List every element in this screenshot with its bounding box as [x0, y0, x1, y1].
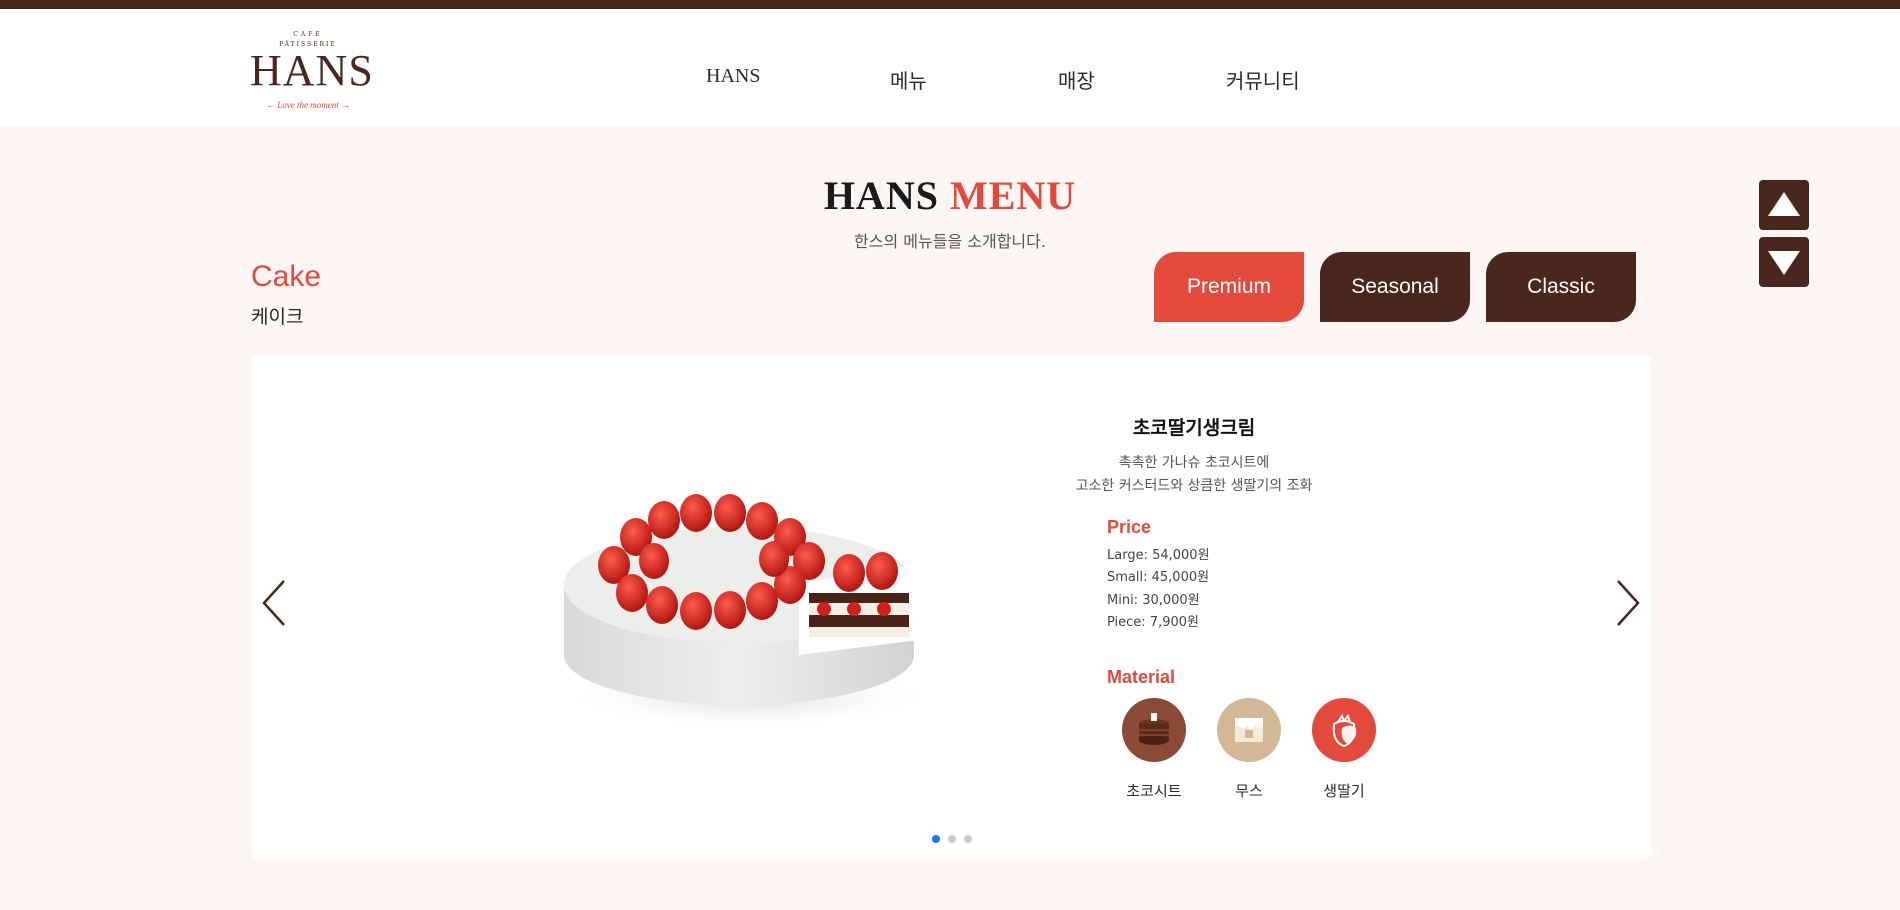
carousel-prev-button[interactable]: [260, 578, 290, 628]
logo-tagline: ← Love the moment →: [266, 100, 350, 110]
material-label: 초코시트: [1126, 782, 1182, 800]
carousel-dot-3[interactable]: [964, 835, 972, 843]
site-header: CAFE PÂTISSERIE HANS ← Love the moment →…: [0, 9, 1900, 127]
price-heading: Price: [1107, 517, 1152, 537]
material-heading: Material: [1107, 667, 1176, 687]
scroll-up-button[interactable]: [1759, 180, 1809, 230]
tab-seasonal[interactable]: Seasonal: [1320, 252, 1470, 322]
page-title: HANS MENU: [0, 172, 1900, 219]
nav-item-hans[interactable]: HANS: [706, 65, 760, 88]
category-title-english: Cake: [251, 260, 322, 293]
mousse-icon: [1217, 698, 1281, 762]
logo-wordmark: HANS: [250, 46, 374, 95]
chocolate-sheet-icon: [1122, 698, 1186, 762]
product-description-line1: 촉촉한 가나슈 초코시트에: [1118, 455, 1270, 471]
price-mini: Mini: 30,000원: [1107, 593, 1200, 608]
product-name: 초코딸기생크림: [1132, 417, 1256, 439]
product-card: 초코딸기생크림 촉촉한 가나슈 초코시트에 고소한 커스터드와 상큼한 생딸기의…: [252, 355, 1651, 860]
logo-cafe-text: CAFE: [293, 31, 323, 38]
material-label: 생딸기: [1323, 782, 1365, 800]
chevron-right-icon: [1617, 580, 1640, 626]
page-subtitle: 한스의 메뉴들을 소개합니다.: [854, 232, 1046, 251]
triangle-up-icon: [1768, 192, 1800, 216]
price-large: Large: 54,000원: [1107, 548, 1210, 563]
carousel-dot-1[interactable]: [932, 835, 940, 843]
hans-logo[interactable]: CAFE PÂTISSERIE HANS ← Love the moment →: [250, 27, 374, 119]
material-mousse: 무스: [1209, 698, 1289, 801]
material-chocolate-sheet: 초코시트: [1114, 698, 1194, 801]
carousel-dot-2[interactable]: [948, 835, 956, 843]
chevron-left-icon: [262, 580, 285, 626]
carousel-pagination: [932, 835, 982, 845]
product-description-line2: 고소한 커스터드와 상큼한 생딸기의 조화: [1075, 478, 1313, 494]
triangle-down-icon: [1768, 251, 1800, 275]
product-image: [559, 494, 939, 731]
scroll-down-button[interactable]: [1759, 237, 1809, 287]
tab-premium[interactable]: Premium: [1154, 252, 1304, 322]
nav-item-store[interactable]: 매장: [1058, 65, 1095, 94]
page-title-menu: MENU: [949, 173, 1077, 218]
nav-item-menu[interactable]: 메뉴: [890, 65, 927, 94]
price-small: Small: 45,000원: [1107, 570, 1210, 585]
nav-item-community[interactable]: 커뮤니티: [1226, 65, 1300, 94]
material-strawberry: 생딸기: [1304, 698, 1384, 801]
material-label: 무스: [1235, 782, 1263, 800]
page-title-hans: HANS: [823, 173, 939, 218]
category-title-korean: 케이크: [251, 306, 304, 328]
top-accent-bar: [0, 0, 1900, 9]
carousel-next-button[interactable]: [1612, 578, 1642, 628]
strawberry-icon: [1312, 698, 1376, 762]
tab-classic[interactable]: Classic: [1486, 252, 1636, 322]
price-piece: Piece: 7,900원: [1107, 615, 1199, 630]
